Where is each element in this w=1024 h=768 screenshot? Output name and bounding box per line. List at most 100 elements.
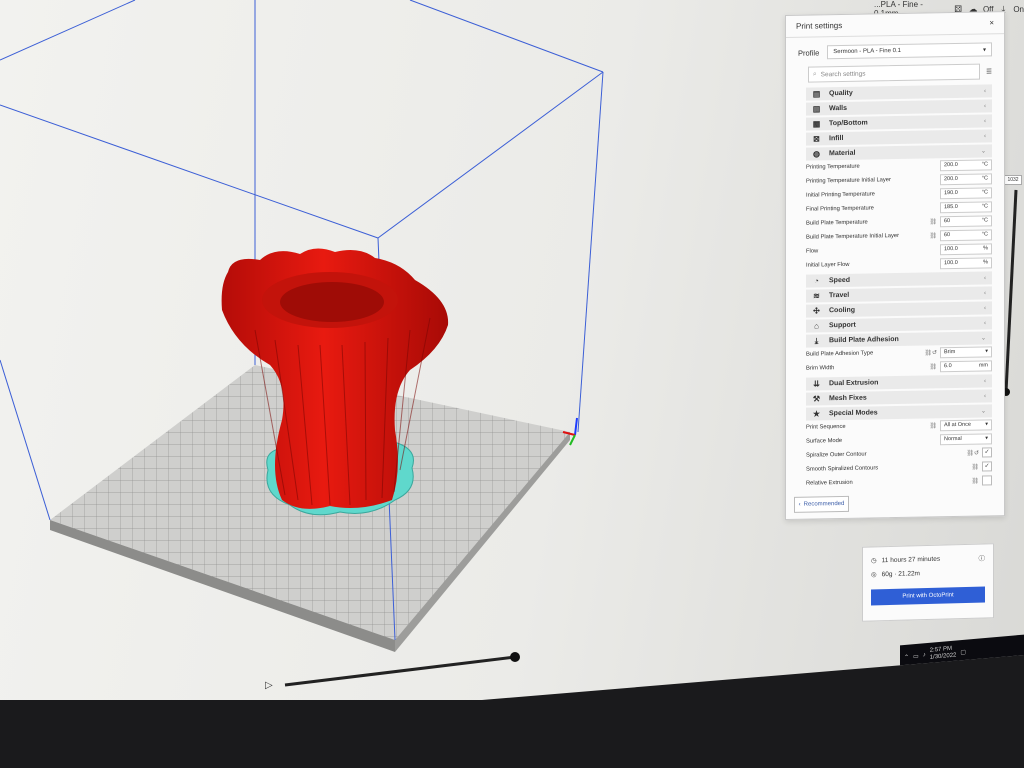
setting-value-field[interactable]: 200.0 °C bbox=[940, 172, 992, 185]
setting-value-field[interactable]: 6.0 mm bbox=[940, 359, 992, 372]
close-icon[interactable]: × bbox=[989, 18, 994, 27]
setting-label: Flow bbox=[806, 248, 819, 255]
search-placeholder: Search settings bbox=[820, 70, 866, 78]
menu-icon[interactable]: ☰ bbox=[986, 67, 992, 75]
chevron-left-icon: ‹ bbox=[984, 274, 986, 282]
checkbox[interactable] bbox=[982, 475, 992, 486]
category-speed[interactable]: ◔ Speed ‹ bbox=[806, 271, 992, 288]
category-travel[interactable]: ≋ Travel ‹ bbox=[806, 286, 992, 303]
category-dual-extrusion[interactable]: ⇊ Dual Extrusion ‹ bbox=[806, 374, 992, 391]
link-icon[interactable]: ⛓ bbox=[920, 422, 940, 429]
profile-row: Profile Sermoon - PLA - Fine 0.1 ▾ bbox=[786, 34, 1004, 64]
setting-label: Print Sequence bbox=[806, 423, 846, 431]
recommended-button[interactable]: ‹ Recommended bbox=[794, 495, 849, 513]
print-settings-panel: Print settings × Profile Sermoon - PLA -… bbox=[785, 11, 1005, 521]
wrench-icon: ⚒ bbox=[812, 394, 821, 404]
chevron-left-icon: ‹ bbox=[984, 377, 986, 385]
setting-label: Initial Layer Flow bbox=[806, 261, 850, 269]
print-with-octoprint-button[interactable]: Print with OctoPrint bbox=[871, 586, 985, 606]
category-label: Material bbox=[829, 149, 856, 158]
chevron-left-icon: ‹ bbox=[798, 501, 801, 508]
chevron-left-icon: ‹ bbox=[984, 87, 986, 95]
setting-label: Build Plate Temperature Initial Layer bbox=[806, 233, 900, 241]
link-icon[interactable]: ⛓ bbox=[920, 218, 940, 225]
setting-label: Surface Mode bbox=[806, 438, 843, 445]
chevron-up-icon[interactable]: ⌃ bbox=[904, 653, 909, 660]
print-estimate-panel: ◷ 11 hours 27 minutes ⓘ ◎ 60g · 21.22m P… bbox=[862, 543, 994, 622]
checkbox[interactable]: ✓ bbox=[982, 461, 992, 472]
chevron-down-icon: ▾ bbox=[985, 348, 988, 355]
walls-icon: ▥ bbox=[812, 104, 821, 114]
spool-icon: ◎ bbox=[871, 571, 877, 579]
volume-icon[interactable]: ♪ bbox=[923, 652, 926, 658]
panel-title: Print settings bbox=[796, 21, 843, 31]
category-walls[interactable]: ▥ Walls ‹ bbox=[806, 99, 992, 116]
category-label: Build Plate Adhesion bbox=[829, 336, 899, 345]
chevron-left-icon: ‹ bbox=[984, 319, 986, 327]
chevron-left-icon: ‹ bbox=[984, 392, 986, 400]
download-toggle[interactable]: On bbox=[1013, 5, 1024, 14]
setting-value-field[interactable]: 100.0% bbox=[940, 242, 992, 255]
category-label: Mesh Fixes bbox=[829, 394, 867, 403]
profile-value: Sermoon - PLA - Fine 0.1 bbox=[833, 47, 901, 56]
infill-icon: ⊠ bbox=[813, 134, 820, 144]
setting-value-field[interactable]: 60 °C bbox=[940, 228, 992, 241]
chevron-down-icon: ▾ bbox=[982, 47, 986, 54]
category-label: Support bbox=[829, 321, 856, 330]
reset-icon[interactable]: ⛓↺ bbox=[920, 349, 940, 356]
setting-label: Relative Extrusion bbox=[806, 479, 853, 487]
category-label: Top/Bottom bbox=[829, 119, 868, 128]
setting-value-field[interactable]: 100.0% bbox=[940, 256, 992, 269]
link-icon[interactable]: ⛓ bbox=[920, 363, 940, 370]
support-icon: ⌂ bbox=[814, 321, 819, 331]
setting-value-field[interactable]: 190.0 °C bbox=[940, 186, 992, 199]
chevron-down-icon: ⌄ bbox=[980, 148, 986, 155]
profile-select[interactable]: Sermoon - PLA - Fine 0.1 ▾ bbox=[827, 42, 992, 60]
setting-select[interactable]: Normal ▾ bbox=[940, 432, 992, 445]
reset-icon[interactable]: ⛓↺ bbox=[962, 449, 982, 456]
setting-value-field[interactable]: 200.0 °C bbox=[940, 158, 992, 171]
info-icon[interactable]: ⓘ bbox=[979, 553, 986, 563]
category-infill[interactable]: ⊠ Infill ‹ bbox=[806, 129, 992, 146]
chevron-down-icon: ⌄ bbox=[980, 408, 986, 415]
star-icon: ★ bbox=[812, 409, 821, 419]
search-icon: ⌕ bbox=[813, 70, 817, 78]
category-label: Dual Extrusion bbox=[829, 379, 879, 388]
checkbox[interactable]: ✓ bbox=[982, 447, 992, 458]
category-mesh-fixes[interactable]: ⚒ Mesh Fixes ‹ bbox=[806, 389, 992, 406]
profile-label: Profile bbox=[798, 47, 820, 58]
material-usage: 60g · 21.22m bbox=[881, 569, 920, 578]
play-icon[interactable]: ▷ bbox=[265, 680, 277, 692]
setting-row: Relative Extrusion ⛓ bbox=[806, 473, 992, 490]
top-bottom-icon: ▦ bbox=[812, 119, 821, 129]
quality-icon: ▤ bbox=[812, 89, 821, 99]
chevron-left-icon: ‹ bbox=[984, 132, 986, 140]
setting-label: Initial Printing Temperature bbox=[806, 191, 875, 199]
system-clock[interactable]: 2:57 PM 1/30/2022 bbox=[930, 645, 957, 661]
category-label: Quality bbox=[829, 89, 853, 98]
link-icon[interactable]: ⛓ bbox=[920, 232, 940, 239]
material-icon: ◍ bbox=[813, 149, 820, 159]
chevron-left-icon: ‹ bbox=[984, 117, 986, 125]
category-quality[interactable]: ▤ Quality ‹ bbox=[806, 84, 992, 101]
category-label: Cooling bbox=[829, 306, 856, 315]
category-top-bottom[interactable]: ▦ Top/Bottom ‹ bbox=[806, 114, 992, 131]
category-label: Infill bbox=[829, 134, 844, 143]
setting-label: Printing Temperature bbox=[806, 163, 860, 171]
network-icon[interactable]: ▭ bbox=[913, 652, 919, 659]
setting-value-field[interactable]: 60 °C bbox=[940, 214, 992, 227]
speed-icon: ◔ bbox=[814, 276, 819, 286]
link-icon[interactable]: ⛓ bbox=[962, 463, 982, 470]
setting-label: Build Plate Temperature bbox=[806, 219, 868, 227]
setting-select[interactable]: Brim ▾ bbox=[940, 345, 992, 358]
category-support[interactable]: ⌂ Support ‹ bbox=[806, 316, 992, 333]
chevron-left-icon: ‹ bbox=[984, 304, 986, 312]
layer-timeline[interactable] bbox=[284, 652, 520, 687]
setting-value-field[interactable]: 185.0 °C bbox=[940, 200, 992, 213]
setting-select[interactable]: All at Once ▾ bbox=[940, 418, 992, 431]
notification-icon[interactable]: ▢ bbox=[960, 648, 966, 655]
category-cooling[interactable]: ✣ Cooling ‹ bbox=[806, 301, 992, 318]
search-input[interactable]: ⌕ Search settings bbox=[808, 63, 981, 83]
link-icon[interactable]: ⛓ bbox=[962, 477, 982, 484]
clock-icon: ◷ bbox=[871, 557, 877, 565]
